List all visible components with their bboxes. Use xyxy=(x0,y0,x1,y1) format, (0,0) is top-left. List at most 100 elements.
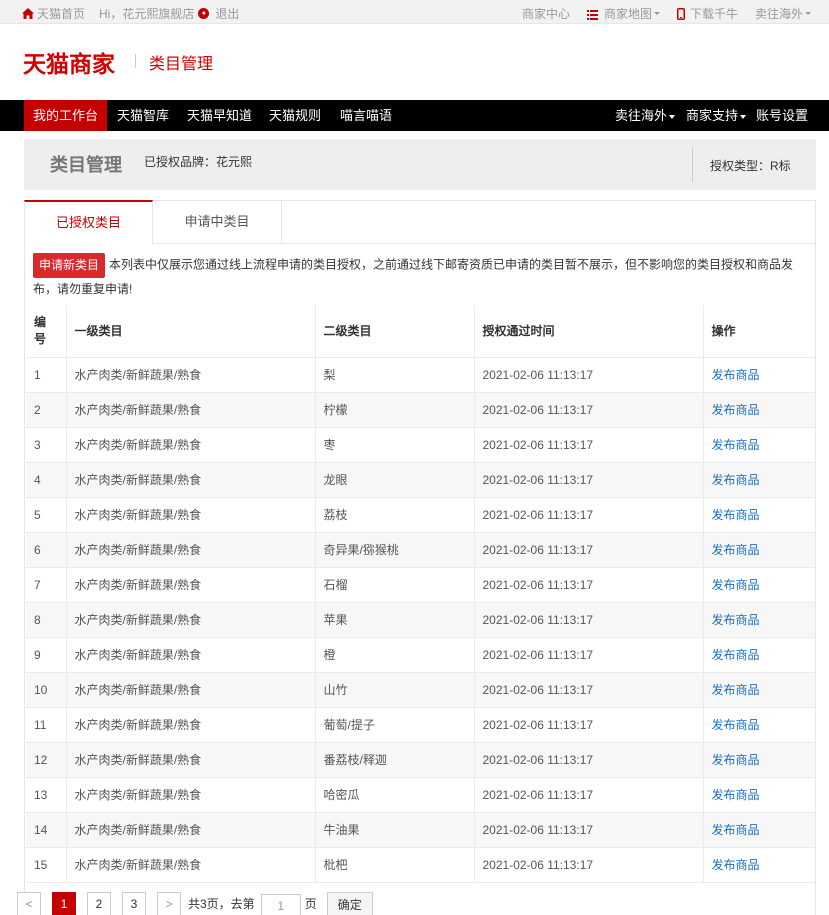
page-title-bar: 类目管理 已授权品牌：花元熙 授权类型：R标 xyxy=(24,139,816,190)
header-subtitle: 类目管理 xyxy=(149,54,214,73)
pagination: < 1 2 3 > 共3页，去第 1 页 确定 xyxy=(17,892,373,915)
row-auth-time: 2021-02-06 11:13:17 xyxy=(474,497,704,533)
row-action-cell: 发布商品 xyxy=(703,392,815,428)
publish-product-link[interactable]: 发布商品 xyxy=(712,718,760,732)
download-qianniu-link[interactable]: 下载千牛 xyxy=(676,5,738,22)
table-row: 11 水产肉类/新鲜蔬果/熟食 葡萄/提子 2021-02-06 11:13:17 发布… xyxy=(26,707,815,743)
nav-tmall-early-know[interactable]: 天猫早知道 xyxy=(178,100,261,131)
row-auth-time: 2021-02-06 11:13:17 xyxy=(474,777,704,813)
page-title: 类目管理 xyxy=(50,155,122,175)
logout-link[interactable]: 退出 xyxy=(215,5,239,22)
chevron-down-icon xyxy=(740,114,747,119)
col-action: 操作 xyxy=(703,305,815,358)
row-level1-category: 水产肉类/新鲜蔬果/熟食 xyxy=(66,812,316,848)
row-number: 15 xyxy=(26,847,67,883)
tab-authorized-categories[interactable]: 已授权类目 xyxy=(24,200,153,245)
publish-product-link[interactable]: 发布商品 xyxy=(712,543,760,557)
publish-product-link[interactable]: 发布商品 xyxy=(712,753,760,767)
category-tabs: 已授权类目 申请中类目 xyxy=(24,200,816,245)
publish-product-link[interactable]: 发布商品 xyxy=(712,368,760,382)
home-link[interactable]: 天猫首页 xyxy=(37,5,85,22)
page-3-button[interactable]: 3 xyxy=(122,892,146,915)
next-page-button[interactable]: > xyxy=(157,892,181,915)
total-pages-text: 共3页，去第 xyxy=(188,897,255,911)
row-level1-category: 水产肉类/新鲜蔬果/熟食 xyxy=(66,602,316,638)
row-level2-category: 龙眼 xyxy=(315,462,475,498)
greeting-text: Hi，花元熙旗舰店 xyxy=(99,7,195,21)
confirm-page-button[interactable]: 确定 xyxy=(326,892,373,915)
publish-product-link[interactable]: 发布商品 xyxy=(712,648,760,662)
home-icon[interactable] xyxy=(22,8,34,19)
row-level1-category: 水产肉类/新鲜蔬果/熟食 xyxy=(66,637,316,673)
prev-page-button[interactable]: < xyxy=(17,892,41,915)
row-level1-category: 水产肉类/新鲜蔬果/熟食 xyxy=(66,532,316,568)
nav-workbench[interactable]: 我的工作台 xyxy=(24,100,108,131)
publish-product-link[interactable]: 发布商品 xyxy=(712,473,760,487)
nav-tmall-think-tank[interactable]: 天猫智库 xyxy=(108,100,178,131)
goto-page-input[interactable]: 1 xyxy=(260,894,301,915)
row-level1-category: 水产肉类/新鲜蔬果/熟食 xyxy=(66,707,316,743)
tab-pending-categories[interactable]: 申请中类目 xyxy=(153,200,282,244)
page-1-button[interactable]: 1 xyxy=(52,892,76,915)
row-action-cell: 发布商品 xyxy=(703,672,815,708)
row-auth-time: 2021-02-06 11:13:17 xyxy=(474,602,704,638)
phone-icon xyxy=(676,7,685,20)
page-2-button[interactable]: 2 xyxy=(87,892,111,915)
row-number: 4 xyxy=(26,462,67,498)
table-header-row: 编号 一级类目 二级类目 授权通过时间 操作 xyxy=(26,305,815,358)
publish-product-link[interactable]: 发布商品 xyxy=(712,683,760,697)
table-row: 3 水产肉类/新鲜蔬果/熟食枣 2021-02-06 11:13:17 发布商品 xyxy=(26,427,815,463)
publish-product-link[interactable]: 发布商品 xyxy=(712,578,760,592)
nav-merchant-support[interactable]: 商家支持 xyxy=(677,100,755,131)
overseas-link[interactable]: 卖往海外 xyxy=(755,5,811,22)
row-action-cell: 发布商品 xyxy=(703,462,815,498)
row-number: 10 xyxy=(26,672,67,708)
notice: 申请新类目 本列表中仅展示您通过线上流程申请的类目授权，之前通过线下邮寄资质已申请… xyxy=(33,253,809,301)
nav-miao-yan[interactable]: 喵言喵语 xyxy=(331,100,401,131)
row-number: 3 xyxy=(26,427,67,463)
table-row: 13 水产肉类/新鲜蔬果/熟食 哈密瓜 2021-02-06 11:13:17 发布商品 xyxy=(26,777,815,813)
nav-overseas[interactable]: 卖往海外 xyxy=(606,100,684,131)
row-number: 9 xyxy=(26,637,67,673)
table-row: 4 水产肉类/新鲜蔬果/熟食 龙眼 2021-02-06 11:13:17 发布商品 xyxy=(26,462,815,498)
row-auth-time: 2021-02-06 11:13:17 xyxy=(474,567,704,603)
publish-product-link[interactable]: 发布商品 xyxy=(712,403,760,417)
row-action-cell: 发布商品 xyxy=(703,812,815,848)
row-number: 2 xyxy=(26,392,67,428)
publish-product-link[interactable]: 发布商品 xyxy=(712,613,760,627)
publish-product-link[interactable]: 发布商品 xyxy=(712,438,760,452)
publish-product-link[interactable]: 发布商品 xyxy=(712,858,760,872)
row-level2-category: 橙 xyxy=(315,637,475,673)
row-level2-category: 牛油果 xyxy=(315,812,475,848)
row-level2-category: 葡萄/提子 xyxy=(315,707,475,743)
publish-product-link[interactable]: 发布商品 xyxy=(712,788,760,802)
merchant-map-link[interactable]: 商家地图 xyxy=(586,5,660,22)
row-auth-time: 2021-02-06 11:13:17 xyxy=(474,672,704,708)
nav-account-settings[interactable]: 账号设置 xyxy=(747,100,817,131)
apply-new-category-button[interactable]: 申请新类目 xyxy=(33,253,106,278)
row-level1-category: 水产肉类/新鲜蔬果/熟食 xyxy=(66,462,316,498)
row-level1-category: 水产肉类/新鲜蔬果/熟食 xyxy=(66,567,316,603)
table-row: 9 水产肉类/新鲜蔬果/熟食橙 2021-02-06 11:13:17 发布商品 xyxy=(26,637,815,673)
row-level2-category: 山竹 xyxy=(315,672,475,708)
nav-tmall-rules[interactable]: 天猫规则 xyxy=(260,100,330,131)
list-icon xyxy=(586,9,598,20)
main-nav: 我的工作台 天猫智库 天猫早知道 天猫规则 喵言喵语 卖往海外 商家支持 账号设… xyxy=(0,100,829,131)
tmall-merchant-logo[interactable]: 天猫商家 xyxy=(23,45,115,79)
publish-product-link[interactable]: 发布商品 xyxy=(712,823,760,837)
publish-product-link[interactable]: 发布商品 xyxy=(712,508,760,522)
row-auth-time: 2021-02-06 11:13:17 xyxy=(474,742,704,778)
tmall-badge-icon: ● xyxy=(198,8,210,19)
row-number: 7 xyxy=(26,567,67,603)
row-action-cell: 发布商品 xyxy=(703,602,815,638)
row-level2-category: 奇异果/猕猴桃 xyxy=(315,532,475,568)
merchant-center-link[interactable]: 商家中心 xyxy=(522,5,570,22)
title-divider xyxy=(692,147,693,182)
table-row: 5 水产肉类/新鲜蔬果/熟食 荔枝 2021-02-06 11:13:17 发布商品 xyxy=(26,497,815,533)
row-number: 6 xyxy=(26,532,67,568)
row-level2-category: 荔枝 xyxy=(315,497,475,533)
table-row: 7 水产肉类/新鲜蔬果/熟食 石榴 2021-02-06 11:13:17 发布商品 xyxy=(26,567,815,603)
row-auth-time: 2021-02-06 11:13:17 xyxy=(474,847,704,883)
row-level2-category: 枇杷 xyxy=(315,847,475,883)
chevron-down-icon xyxy=(805,12,811,15)
